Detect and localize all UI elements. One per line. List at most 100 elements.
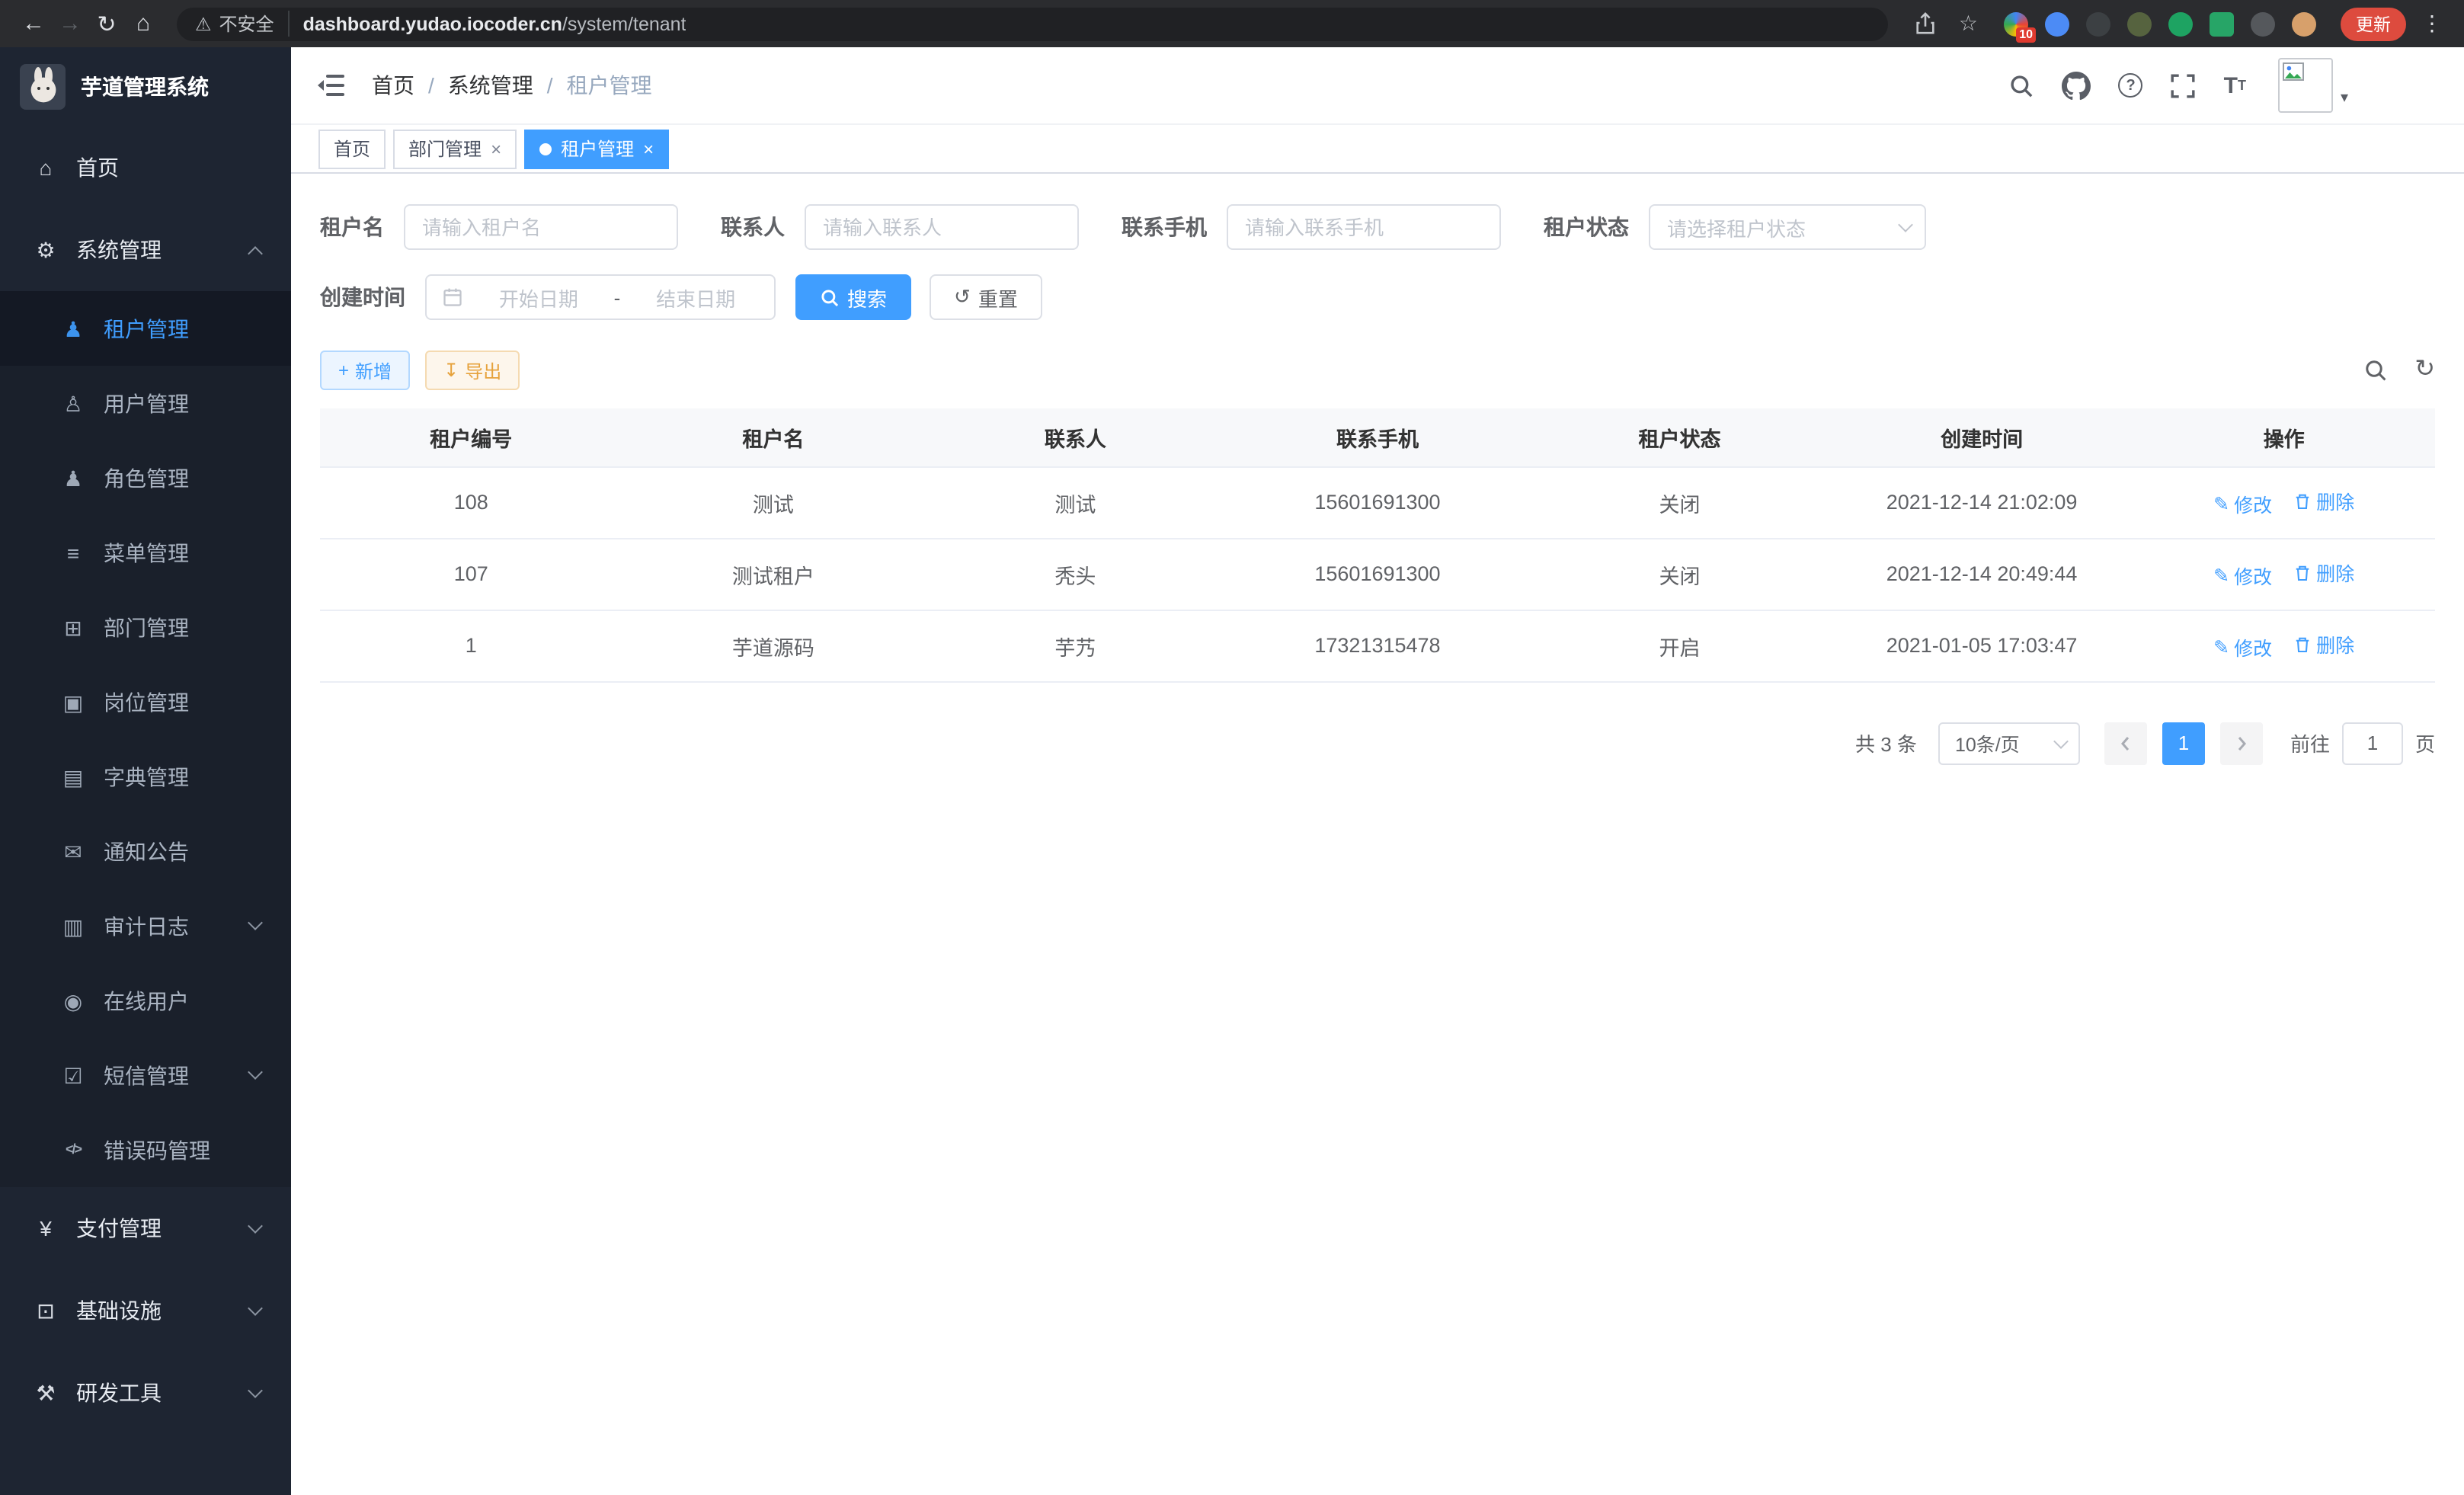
sidebar-item-department[interactable]: ⊞ 部门管理	[0, 590, 291, 664]
extension-green-circle-icon[interactable]	[2168, 11, 2193, 36]
app-header: 首页 / 系统管理 / 租户管理 ?	[291, 47, 2464, 123]
logo-image	[20, 64, 66, 110]
sidebar-item-sms[interactable]: ☑ 短信管理	[0, 1038, 291, 1112]
help-icon[interactable]: ?	[2119, 73, 2143, 98]
edit-link[interactable]: ✎修改	[2213, 489, 2272, 518]
tab-department[interactable]: 部门管理 ×	[393, 129, 517, 168]
chevron-down-icon	[248, 1064, 263, 1080]
avatar-broken-image	[2278, 58, 2333, 113]
browser-menu-icon[interactable]: ⋮	[2421, 11, 2443, 37]
sidebar-item-dictionary[interactable]: ▤ 字典管理	[0, 739, 291, 814]
extension-multicolor-badge-icon[interactable]: 10	[2004, 11, 2028, 36]
table-row: 1 芋道源码 芋艿 17321315478 开启 2021-01-05 17:0…	[320, 610, 2435, 681]
goto-page-input[interactable]	[2342, 722, 2403, 764]
dictionary-book-icon: ▤	[61, 766, 85, 787]
sidebar-item-home[interactable]: ⌂ 首页	[0, 126, 291, 209]
calendar-icon	[442, 287, 463, 308]
cell-created: 2021-12-14 21:02:09	[1831, 466, 2133, 538]
sidebar-item-post[interactable]: ▣ 岗位管理	[0, 664, 291, 739]
sidebar-item-error-code[interactable]: </> 错误码管理	[0, 1112, 291, 1187]
sidebar-item-tenant[interactable]: ♟ 租户管理	[0, 291, 291, 366]
extensions-puzzle-icon[interactable]	[2251, 11, 2275, 36]
contact-input[interactable]	[805, 204, 1079, 250]
sidebar-item-user[interactable]: ♙ 用户管理	[0, 366, 291, 440]
close-icon[interactable]: ×	[643, 139, 654, 158]
status-select[interactable]: 请选择租户状态	[1649, 204, 1926, 250]
breadcrumb-system[interactable]: 系统管理	[448, 70, 533, 101]
add-button[interactable]: + 新增	[320, 351, 410, 390]
browser-update-button[interactable]: 更新	[2341, 7, 2406, 40]
delete-link[interactable]: 删除	[2293, 559, 2354, 587]
cell-tenant-id: 107	[320, 538, 622, 610]
error-code-icon: </>	[61, 1143, 85, 1157]
contact-label: 联系人	[721, 212, 785, 242]
next-page-button[interactable]	[2220, 722, 2263, 764]
reset-button[interactable]: ↺ 重置	[930, 274, 1042, 320]
notice-message-icon: ✉	[61, 840, 85, 862]
edit-pencil-icon: ✎	[2213, 635, 2229, 658]
logo[interactable]: 芋道管理系统	[0, 47, 291, 126]
sidebar-item-system[interactable]: ⚙ 系统管理	[0, 209, 291, 291]
browser-home-icon[interactable]: ⌂	[125, 11, 162, 37]
sidebar-item-audit-log[interactable]: ▥ 审计日志	[0, 888, 291, 963]
sidebar-item-devtools[interactable]: ⚒ 研发工具	[0, 1352, 291, 1434]
github-icon[interactable]	[2062, 71, 2091, 100]
reload-icon[interactable]: ↻	[88, 10, 125, 37]
sidebar-item-payment[interactable]: ¥ 支付管理	[0, 1187, 291, 1269]
page-size-select[interactable]: 10条/页	[1938, 722, 2080, 764]
cell-phone: 15601691300	[1227, 466, 1529, 538]
cell-status: 开启	[1528, 610, 1831, 681]
security-label[interactable]: 不安全	[219, 11, 290, 37]
export-button[interactable]: ↧ 导出	[425, 351, 520, 390]
sidebar-item-notice[interactable]: ✉ 通知公告	[0, 814, 291, 888]
tab-tenant[interactable]: 租户管理 ×	[524, 129, 669, 168]
share-icon[interactable]	[1915, 12, 1938, 35]
column-header-contact: 联系人	[924, 408, 1227, 466]
date-range-picker[interactable]: 开始日期 - 结束日期	[425, 274, 776, 320]
extension-blue-icon[interactable]	[2045, 11, 2069, 36]
delete-link[interactable]: 删除	[2293, 487, 2354, 516]
sidebar-item-online-user[interactable]: ◉ 在线用户	[0, 963, 291, 1038]
phone-input[interactable]	[1227, 204, 1501, 250]
back-icon[interactable]: ←	[15, 11, 52, 37]
edit-link[interactable]: ✎修改	[2213, 632, 2272, 661]
sidebar-item-menu[interactable]: ≡ 菜单管理	[0, 515, 291, 590]
refresh-table-icon[interactable]: ↻	[2414, 358, 2435, 383]
breadcrumb-separator: /	[547, 73, 553, 98]
close-icon[interactable]: ×	[491, 139, 501, 158]
security-warning-icon[interactable]: ⚠	[195, 13, 212, 34]
delete-link[interactable]: 删除	[2293, 630, 2354, 659]
extension-green-square-icon[interactable]	[2210, 11, 2234, 36]
font-size-icon[interactable]: TT	[2224, 72, 2246, 98]
column-header-created: 创建时间	[1831, 408, 2133, 466]
active-dot-icon	[539, 142, 552, 155]
breadcrumb-home[interactable]: 首页	[372, 70, 414, 101]
sidebar-collapse-icon[interactable]	[314, 67, 347, 104]
sidebar-item-infrastructure[interactable]: ⊡ 基础设施	[0, 1269, 291, 1352]
url-path: /system/tenant	[562, 13, 686, 34]
search-icon[interactable]	[2009, 72, 2035, 98]
gear-icon: ⚙	[34, 239, 58, 261]
edit-link[interactable]: ✎修改	[2213, 561, 2272, 590]
chevron-down-icon	[248, 1218, 263, 1233]
address-bar[interactable]: ⚠ 不安全 dashboard.yudao.iocoder.cn/system/…	[177, 7, 1889, 40]
page-1-button[interactable]: 1	[2162, 722, 2205, 764]
online-user-icon: ◉	[61, 990, 85, 1011]
chevron-down-icon: ▾	[2341, 90, 2348, 107]
user-avatar[interactable]: ▾	[2278, 58, 2348, 113]
search-button[interactable]: 搜索	[795, 274, 911, 320]
cell-contact: 秃头	[924, 538, 1227, 610]
bookmark-star-icon[interactable]: ☆	[1959, 11, 1978, 37]
toggle-search-icon[interactable]	[2363, 358, 2387, 383]
profile-avatar-icon[interactable]	[2292, 11, 2316, 36]
url-text[interactable]: dashboard.yudao.iocoder.cn/system/tenant	[303, 13, 686, 34]
sidebar-item-role[interactable]: ♟ 角色管理	[0, 440, 291, 515]
extension-dark-icon[interactable]	[2086, 11, 2110, 36]
prev-page-button[interactable]	[2104, 722, 2147, 764]
cell-status: 关闭	[1528, 538, 1831, 610]
extension-olive-icon[interactable]	[2127, 11, 2152, 36]
tab-home[interactable]: 首页	[318, 129, 386, 168]
extension-badge: 10	[2016, 27, 2036, 42]
tenant-name-input[interactable]	[404, 204, 678, 250]
fullscreen-icon[interactable]	[2171, 72, 2197, 98]
